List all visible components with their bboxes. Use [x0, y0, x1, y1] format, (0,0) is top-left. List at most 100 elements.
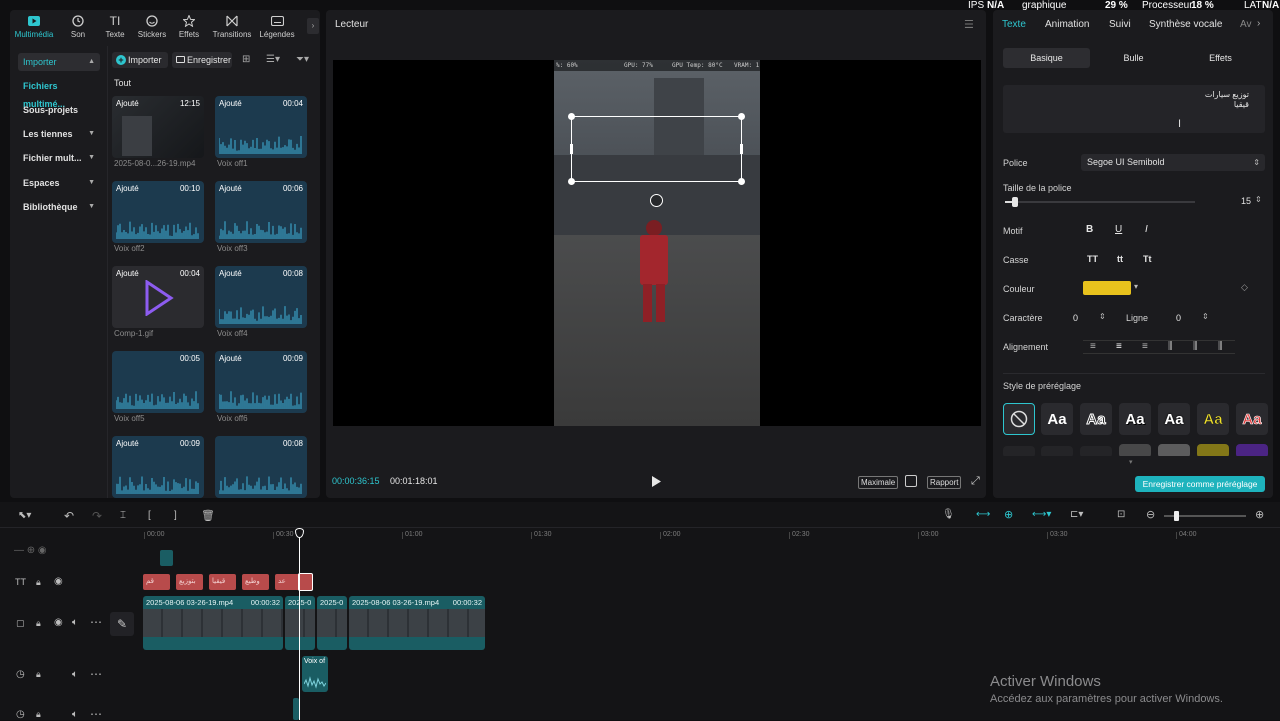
tab-texte[interactable]: TI Texte — [95, 12, 135, 39]
tabs-scroll-right[interactable]: › — [1257, 18, 1269, 34]
size-value[interactable]: 15 — [1211, 196, 1251, 209]
italic-button[interactable]: I — [1145, 224, 1148, 235]
resize-handle[interactable] — [570, 144, 573, 154]
volume-icon[interactable]: 🔈︎ — [72, 617, 78, 628]
edit-cover-button[interactable]: ✎ — [110, 612, 134, 636]
size-slider[interactable] — [1005, 197, 1195, 207]
video-clip[interactable]: 2025-0 — [285, 596, 315, 650]
case-upper-button[interactable]: TT — [1087, 254, 1098, 264]
keyframe-icon[interactable]: ◇ — [1241, 282, 1248, 293]
audio-clip[interactable]: Voix of — [302, 656, 328, 692]
tab-avance[interactable]: Av — [1240, 19, 1252, 30]
preset-style[interactable]: Aa — [1197, 403, 1229, 435]
case-lower-button[interactable]: tt — [1117, 254, 1123, 264]
video-clip[interactable]: 2025-0 — [317, 596, 347, 650]
align-middle-icon[interactable]: ⫼ — [1193, 341, 1198, 352]
video-clip[interactable]: 2025-08-06 03-26-19.mp4 00:00:32 — [349, 596, 485, 650]
text-input[interactable]: توزيع سيارات قيقيا I — [1003, 85, 1265, 133]
size-slider-knob[interactable] — [1011, 197, 1018, 207]
preset-style-partial[interactable] — [1236, 444, 1268, 456]
screenshot-icon[interactable] — [905, 475, 917, 487]
case-title-button[interactable]: Tt — [1143, 254, 1152, 264]
tab-synthese-vocale[interactable]: Synthèse vocale — [1149, 19, 1222, 30]
stepper-icon[interactable]: ⇕ — [1255, 195, 1262, 204]
import-button[interactable]: + Importer — [112, 52, 168, 68]
preset-style-partial[interactable] — [1119, 444, 1151, 456]
lock-icon[interactable]: 🔒︎ — [36, 709, 41, 720]
preset-style[interactable]: Aa — [1119, 403, 1151, 435]
underline-button[interactable]: U — [1115, 224, 1122, 235]
record-button[interactable]: Enregistrer — [172, 52, 232, 68]
stepper-icon[interactable]: ⇕ — [1099, 312, 1106, 321]
preset-style[interactable]: Aa — [1041, 403, 1073, 435]
chevron-down-icon[interactable]: ▾ — [1134, 282, 1138, 291]
tab-son[interactable]: Son — [58, 12, 98, 39]
stepper-icon[interactable]: ⇕ — [1202, 312, 1209, 321]
align-right-icon[interactable]: ≡ — [1142, 341, 1148, 352]
lock-icon[interactable]: 🔒︎ — [36, 577, 41, 588]
sidebar-item-espaces[interactable]: Espaces ▼ — [18, 174, 100, 192]
sidebar-item-sous-projets[interactable]: Sous-projets — [18, 101, 100, 119]
text-clip[interactable]: بتوزيع — [176, 574, 203, 590]
more-icon[interactable]: ⋯ — [90, 615, 102, 629]
media-card-audio[interactable]: Ajouté 00:08 — [215, 266, 307, 328]
resize-handle[interactable] — [568, 113, 575, 120]
resize-handle[interactable] — [738, 178, 745, 185]
media-card-audio[interactable]: Ajouté 00:09 — [215, 351, 307, 413]
tab-multimedia[interactable]: Multimédia — [14, 12, 54, 39]
align-bottom-icon[interactable]: ⫼ — [1218, 341, 1223, 352]
media-card-audio[interactable]: 00:05 — [112, 351, 204, 413]
text-clip[interactable]: قيقيا — [209, 574, 236, 590]
preset-style-partial[interactable] — [1158, 444, 1190, 456]
tab-animation[interactable]: Animation — [1045, 19, 1089, 30]
rotate-icon[interactable] — [650, 194, 663, 207]
tab-stickers[interactable]: Stickers — [132, 12, 172, 39]
color-swatch[interactable] — [1083, 281, 1131, 295]
preset-none[interactable] — [1003, 403, 1035, 435]
preset-style[interactable]: Aa — [1080, 403, 1112, 435]
text-clip[interactable]: وطيع — [242, 574, 269, 590]
sidebar-item-importer[interactable]: Importer ▲ — [18, 53, 100, 71]
quality-button[interactable]: Maximale — [858, 476, 899, 489]
preset-style-partial[interactable] — [1080, 446, 1112, 456]
resize-handle[interactable] — [740, 144, 743, 154]
tab-transitions[interactable]: Transitions — [211, 12, 253, 39]
track-control-icon[interactable]: — ⊕ ◉ — [14, 545, 47, 556]
ratio-button[interactable]: Rapport — [927, 476, 962, 489]
resize-handle[interactable] — [738, 113, 745, 120]
bold-button[interactable]: B — [1086, 224, 1093, 235]
sort-icon[interactable]: ☰▾ — [266, 54, 280, 65]
tab-suivi[interactable]: Suivi — [1109, 19, 1131, 30]
subtab-bulle[interactable]: Bulle — [1090, 48, 1177, 68]
grid-view-icon[interactable]: ⊞ — [242, 54, 250, 65]
more-icon[interactable]: ⋯ — [90, 667, 102, 681]
video-clip[interactable]: 2025-08-06 03-26-19.mp4 00:00:32 — [143, 596, 283, 650]
text-selection-box[interactable] — [568, 113, 745, 185]
resize-handle[interactable] — [568, 178, 575, 185]
volume-icon[interactable]: 🔈︎ — [72, 669, 78, 680]
sidebar-item-bibliotheque[interactable]: Bibliothèque ▼ — [18, 198, 100, 216]
filter-icon[interactable]: ⏷▾ — [296, 54, 309, 65]
small-clip[interactable] — [160, 550, 173, 566]
lock-icon[interactable]: 🔒︎ — [36, 618, 41, 629]
save-preset-button[interactable]: Enregistrer comme préréglage — [1135, 476, 1265, 492]
chevron-down-icon[interactable]: ▾ — [1129, 458, 1133, 466]
tabs-scroll-right[interactable]: › — [307, 18, 319, 34]
volume-icon[interactable]: 🔈︎ — [72, 709, 78, 720]
preset-style[interactable]: Aa — [1236, 403, 1268, 435]
playhead[interactable] — [295, 528, 304, 720]
tab-texte[interactable]: Texte — [1002, 19, 1026, 30]
text-clip[interactable]: قم — [143, 574, 170, 590]
align-top-icon[interactable]: ⫼ — [1168, 341, 1173, 352]
align-center-icon[interactable]: ≡ — [1116, 341, 1122, 352]
align-left-icon[interactable]: ≡ — [1090, 341, 1096, 352]
preset-style-partial[interactable] — [1197, 444, 1229, 456]
font-select[interactable]: Segoe UI Semibold ⇕ — [1081, 154, 1265, 171]
media-card-video[interactable]: Ajouté 12:15 — [112, 96, 204, 158]
subtab-basique[interactable]: Basique — [1003, 48, 1090, 68]
media-card-audio[interactable]: 00:08 — [215, 436, 307, 498]
selected-text-clip[interactable] — [298, 573, 313, 591]
line-spacing-value[interactable]: 0 — [1176, 313, 1181, 323]
sidebar-item-fichiers[interactable]: Fichiers multimé... — [18, 77, 100, 109]
lock-icon[interactable]: 🔒︎ — [36, 669, 41, 680]
